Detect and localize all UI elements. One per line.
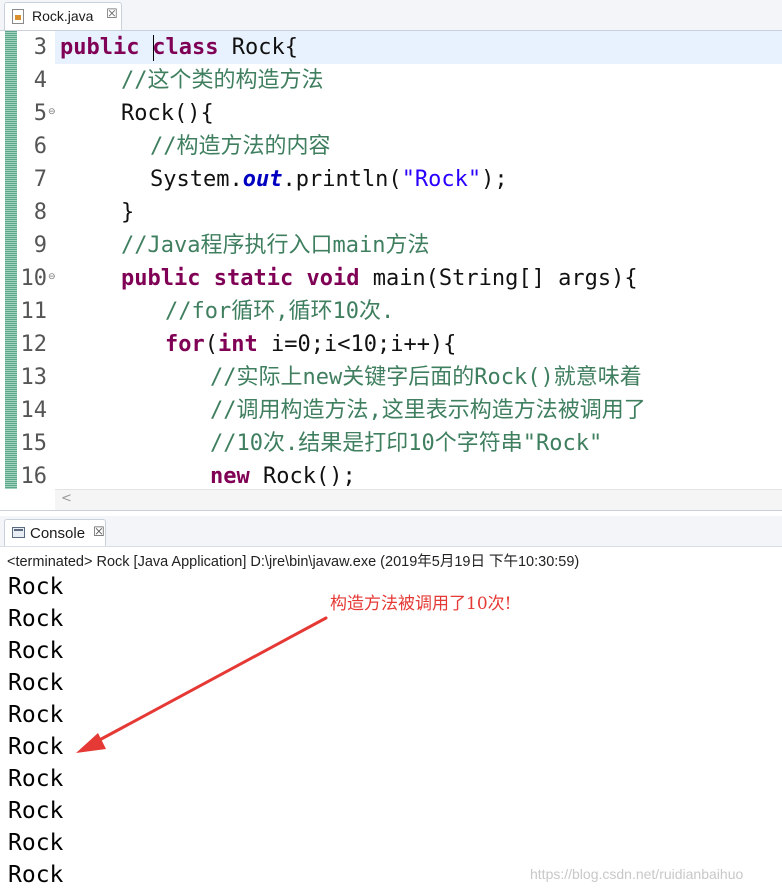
line-number: 13 [20, 365, 48, 390]
console-icon [12, 527, 25, 538]
string-literal: "Rock" [401, 167, 482, 192]
console-tab-bar: Console ☒ [0, 516, 782, 547]
code-line-5[interactable]: Rock(){ [121, 97, 214, 130]
code-line-6[interactable]: //构造方法的内容 [150, 130, 331, 163]
code-line-9[interactable]: //Java程序执行入口main方法 [121, 229, 429, 262]
line-number: 9 [33, 233, 47, 258]
code-text: ); [481, 167, 508, 192]
code-text: Rock(); [249, 464, 356, 489]
code-line-13[interactable]: //实际上new关键字后面的Rock()就意味着 [210, 361, 642, 394]
output-line: Rock [8, 670, 64, 696]
line-number: 3 [33, 35, 47, 60]
keyword-void: void [306, 266, 360, 291]
code-text: .println( [282, 167, 402, 192]
keyword-class: class [152, 35, 219, 60]
keyword-new: new [210, 464, 250, 489]
output-line: Rock [8, 734, 64, 760]
tab-rock-java[interactable]: Rock.java ☒ [4, 2, 122, 30]
tab-label: Console [30, 525, 86, 542]
code-text-area[interactable]: public class Rock{ //这个类的构造方法 Rock(){ //… [55, 31, 782, 489]
change-ruler [5, 31, 17, 489]
line-number: 4 [33, 68, 47, 93]
code-text: ( [204, 332, 218, 357]
output-line: Rock [8, 638, 64, 664]
tab-console[interactable]: Console ☒ [4, 519, 106, 546]
output-line: Rock [8, 830, 64, 856]
code-line-10[interactable]: public static void main(String[] args){ [121, 262, 638, 295]
code-line-16[interactable]: new Rock(); [210, 460, 356, 489]
field-out: out [242, 167, 283, 192]
code-text: main(String[] args){ [359, 266, 638, 291]
code-line-12[interactable]: for(int i=0;i<10;i++){ [165, 328, 456, 361]
tab-label: Rock.java [32, 8, 94, 24]
watermark: https://blog.csdn.net/ruidianbaihuo [530, 866, 744, 882]
keyword-int: int [218, 332, 258, 357]
code-line-3[interactable]: public class Rock{ [60, 31, 298, 64]
code-line-11[interactable]: //for循环,循环10次. [165, 295, 394, 328]
line-number-gutter: 3 4 5 ⊖ 6 7 8 9 10 ⊖ 11 12 13 14 15 16 [17, 31, 56, 489]
code-text: Rock{ [218, 35, 298, 60]
console-status-text: <terminated> Rock [Java Application] D:\… [7, 554, 580, 570]
line-number: 8 [33, 200, 47, 225]
editor-tab-bar: Rock.java ☒ [0, 0, 782, 31]
code-line-7[interactable]: System.out.println("Rock"); [150, 163, 508, 196]
code-text: System. [150, 167, 243, 192]
code-editor[interactable]: 3 4 5 ⊖ 6 7 8 9 10 ⊖ 11 12 13 14 15 16 p… [0, 31, 782, 511]
output-line: Rock [8, 862, 64, 888]
line-number: 7 [33, 167, 47, 192]
code-line-4[interactable]: //这个类的构造方法 [121, 64, 324, 97]
keyword-public: public [60, 35, 140, 60]
code-line-14[interactable]: //调用构造方法,这里表示构造方法被调用了 [210, 394, 646, 427]
line-number: 6 [33, 134, 47, 159]
line-number: 14 [20, 398, 48, 423]
line-number: 5 [33, 101, 47, 126]
close-icon[interactable]: ☒ [106, 7, 118, 22]
line-number: 11 [20, 299, 48, 324]
keyword-for: for [165, 332, 205, 357]
code-line-15[interactable]: //10次.结果是打印10个字符串"Rock" [210, 427, 602, 460]
code-text: i=0;i<10;i++){ [257, 332, 457, 357]
line-number: 12 [20, 332, 48, 357]
line-number: 15 [20, 431, 48, 456]
output-line: Rock [8, 766, 64, 792]
keyword-static: static [213, 266, 294, 291]
code-line-8[interactable]: } [121, 196, 134, 229]
keyword-public: public [121, 266, 201, 291]
scroll-left-icon[interactable]: < [61, 491, 72, 506]
annotation-label: 构造方法被调用了10次! [330, 594, 512, 614]
output-line: Rock [8, 702, 64, 728]
line-number: 10 [20, 266, 48, 291]
line-number: 16 [20, 464, 48, 489]
horizontal-scrollbar[interactable]: < [55, 489, 782, 510]
output-line: Rock [8, 798, 64, 824]
output-line: Rock [8, 574, 64, 600]
close-icon[interactable]: ☒ [93, 525, 105, 540]
output-line: Rock [8, 606, 64, 632]
java-file-icon [12, 9, 24, 24]
